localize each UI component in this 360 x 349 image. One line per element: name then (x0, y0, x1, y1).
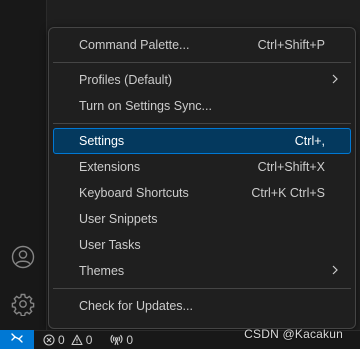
menu-item-settings[interactable]: Settings Ctrl+, (53, 128, 351, 154)
menu-item-shortcut: Ctrl+Shift+P (257, 38, 325, 52)
gear-icon[interactable] (9, 290, 37, 318)
menu-separator (53, 123, 351, 124)
error-count: 0 (58, 333, 65, 347)
ports-count: 0 (126, 333, 134, 347)
menu-item-user-snippets[interactable]: User Snippets (53, 206, 351, 232)
menu-item-extensions[interactable]: Extensions Ctrl+Shift+X (53, 154, 351, 180)
chevron-right-icon (332, 74, 338, 84)
menu-separator (53, 288, 351, 289)
activity-bar (0, 0, 47, 330)
menu-item-label: Keyboard Shortcuts (79, 186, 189, 200)
menu-separator (53, 62, 351, 63)
warning-icon (71, 334, 83, 346)
remote-icon (10, 331, 24, 348)
error-icon (43, 334, 55, 346)
menu-item-label: User Snippets (79, 212, 158, 226)
menu-item-shortcut: Ctrl+Shift+X (257, 160, 325, 174)
broadcast-icon (110, 334, 123, 346)
menu-item-shortcut: Ctrl+, (294, 134, 325, 148)
menu-item-label: Command Palette... (79, 38, 190, 52)
remote-indicator-button[interactable] (0, 330, 34, 349)
menu-item-label: Settings (79, 134, 125, 148)
problems-status[interactable]: 0 0 (39, 331, 96, 349)
account-icon[interactable] (9, 243, 37, 271)
menu-item-themes[interactable]: Themes (53, 258, 351, 284)
menu-item-turn-on-settings-sync[interactable]: Turn on Settings Sync... (53, 93, 351, 119)
menu-item-profiles-default[interactable]: Profiles (Default) (53, 67, 351, 93)
ports-status[interactable]: 0 (106, 331, 137, 349)
menu-item-label: Themes (79, 264, 125, 278)
warning-count: 0 (85, 333, 93, 347)
status-bar: 0 0 0 (0, 330, 360, 349)
menu-item-label: User Tasks (79, 238, 141, 252)
menu-item-check-for-updates[interactable]: Check for Updates... (53, 293, 351, 319)
menu-item-label: Profiles (Default) (79, 73, 173, 87)
menu-item-label: Extensions (79, 160, 141, 174)
chevron-right-icon (332, 265, 338, 275)
menu-item-command-palette[interactable]: Command Palette... Ctrl+Shift+P (53, 32, 351, 58)
menu-item-keyboard-shortcuts[interactable]: Keyboard Shortcuts Ctrl+K Ctrl+S (53, 180, 351, 206)
manage-context-menu: Command Palette... Ctrl+Shift+P Profiles (… (48, 27, 356, 329)
menu-item-user-tasks[interactable]: User Tasks (53, 232, 351, 258)
vscode-window: Command Palette... Ctrl+Shift+P Profiles (… (0, 0, 360, 349)
menu-item-shortcut: Ctrl+K Ctrl+S (251, 186, 325, 200)
menu-item-label: Check for Updates... (79, 299, 193, 313)
menu-item-label: Turn on Settings Sync... (79, 99, 212, 113)
